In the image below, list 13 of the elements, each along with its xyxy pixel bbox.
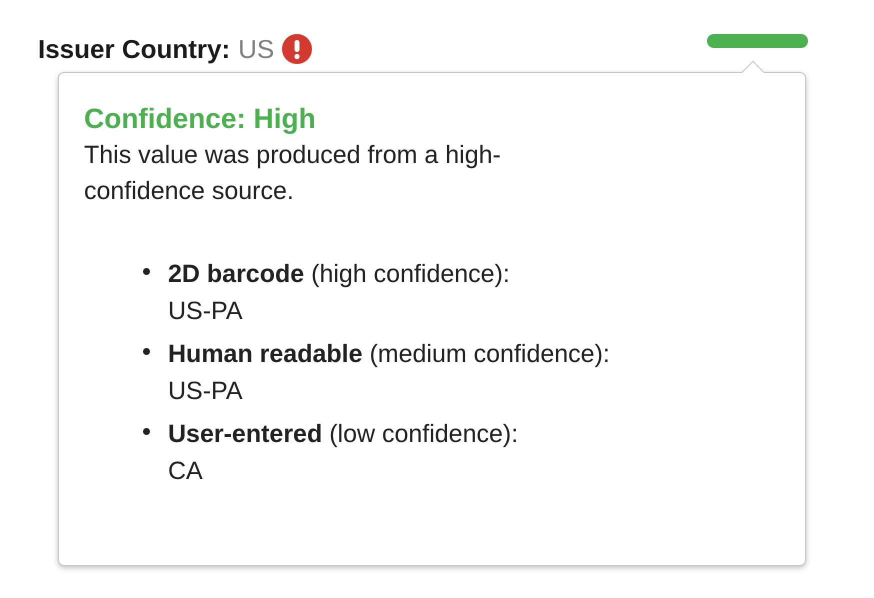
source-line: 2D barcode (high confidence): — [168, 259, 510, 290]
source-value: US-PA — [168, 376, 244, 407]
source-line: Human readable (medium confidence): — [168, 339, 610, 370]
source-value: US-PA — [168, 296, 244, 327]
bullet-icon — [143, 428, 150, 435]
field-label: Issuer Country: — [38, 36, 230, 62]
source-value: CA — [168, 456, 204, 487]
popover-description: This value was produced from a high-confidence source. — [84, 140, 502, 207]
bullet-icon — [143, 268, 150, 275]
popover-title: Confidence: High — [84, 102, 317, 136]
field-value: US — [238, 36, 274, 62]
bullet-icon — [143, 348, 150, 355]
source-line: User-entered (low confidence): — [168, 419, 518, 450]
